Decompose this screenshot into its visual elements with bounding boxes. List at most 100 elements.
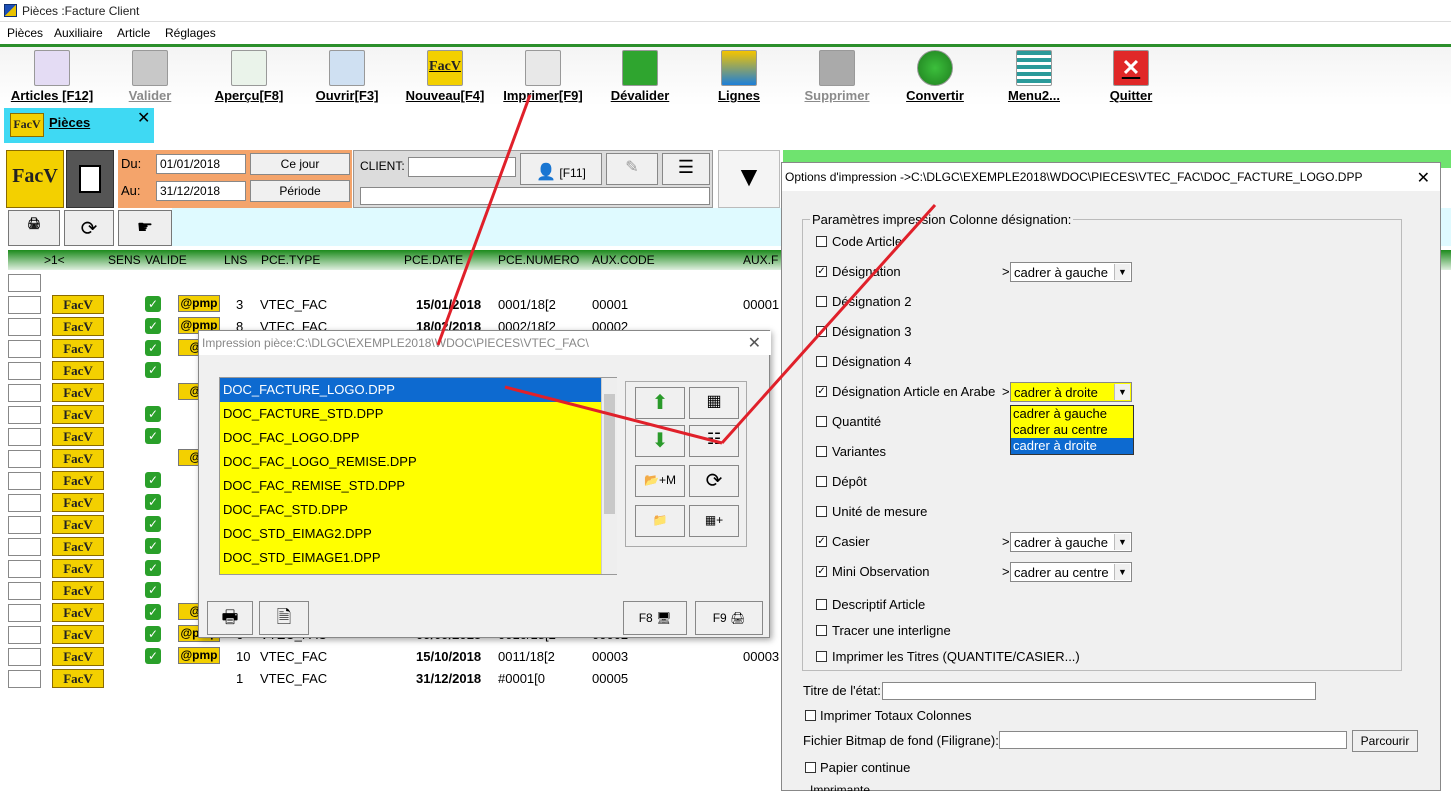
col-aux-code[interactable]: AUX.CODE bbox=[592, 253, 655, 267]
supprimer-button[interactable]: Supprimer bbox=[800, 50, 874, 103]
row-select-checkbox[interactable] bbox=[8, 648, 41, 666]
col-aux-f[interactable]: AUX.F bbox=[743, 253, 778, 267]
menu-article[interactable]: Article bbox=[117, 26, 150, 40]
documents-icon[interactable] bbox=[66, 150, 114, 208]
apercu-button[interactable]: Aperçu[F8] bbox=[212, 50, 286, 103]
file-list-item[interactable]: DOC_FACTURE_LOGO.DPP bbox=[220, 378, 616, 402]
client-name-field[interactable] bbox=[360, 187, 710, 205]
file-list-item[interactable]: DOC_FAC_STD.DPP bbox=[220, 498, 616, 522]
row-select-checkbox[interactable] bbox=[8, 604, 41, 622]
option-checkbox[interactable]: ✓ bbox=[816, 566, 827, 577]
option-checkbox[interactable] bbox=[816, 625, 827, 636]
lignes-button[interactable]: Lignes bbox=[712, 50, 766, 103]
col-pce-type[interactable]: PCE.TYPE bbox=[261, 253, 320, 267]
file-list-item[interactable]: DOC_STD_EIMAG2.DPP bbox=[220, 522, 616, 546]
option-checkbox[interactable]: ✓ bbox=[816, 266, 827, 277]
col-pce-date[interactable]: PCE.DATE bbox=[404, 253, 463, 267]
f9-print-button[interactable]: F9 🖨 bbox=[695, 601, 763, 635]
quitter-button[interactable]: ✕ Quitter bbox=[1104, 50, 1158, 103]
edit-template-button[interactable]: ▦ bbox=[689, 387, 739, 419]
col-sens[interactable]: SENS bbox=[108, 253, 141, 267]
dropdown-option[interactable]: cadrer à gauche bbox=[1011, 406, 1133, 422]
option-checkbox[interactable] bbox=[816, 476, 827, 487]
pmp-badge[interactable]: @pmp bbox=[178, 295, 220, 312]
date-from-input[interactable]: 01/01/2018 bbox=[156, 154, 246, 174]
option-checkbox[interactable] bbox=[816, 326, 827, 337]
bitmap-input[interactable] bbox=[999, 731, 1347, 749]
refresh-button[interactable]: ⟳ bbox=[64, 210, 114, 246]
export-xls-button[interactable]: 🖨 bbox=[8, 210, 60, 246]
menu-pieces[interactable]: Pièces bbox=[7, 26, 43, 40]
convertir-button[interactable]: Convertir bbox=[902, 50, 968, 103]
move-up-button[interactable]: ⬆ bbox=[635, 387, 685, 419]
reload-button[interactable]: ⟳ bbox=[689, 465, 739, 497]
row-select-checkbox[interactable] bbox=[8, 670, 41, 688]
col-valide[interactable]: VALIDE bbox=[145, 253, 187, 267]
client-search-button[interactable]: 👤 [F11] bbox=[520, 153, 602, 185]
option-checkbox[interactable] bbox=[816, 651, 827, 662]
option-checkbox[interactable] bbox=[816, 416, 827, 427]
option-checkbox[interactable] bbox=[816, 506, 827, 517]
tab-pieces[interactable]: FacV Pièces ✕ bbox=[4, 108, 154, 143]
file-list-item[interactable]: DOC_FAC_LOGO.DPP bbox=[220, 426, 616, 450]
align-dropdown-list[interactable]: cadrer à gauche cadrer au centre cadrer à … bbox=[1010, 405, 1134, 455]
table-row[interactable] bbox=[8, 272, 788, 294]
option-checkbox[interactable]: ✓ bbox=[816, 386, 827, 397]
file-list-item[interactable]: DOC_FAC_REMISE_STD.DPP bbox=[220, 474, 616, 498]
row-select-checkbox[interactable] bbox=[8, 384, 41, 402]
menu-reglages[interactable]: Réglages bbox=[165, 26, 216, 40]
row-select-checkbox[interactable] bbox=[8, 538, 41, 556]
row-select-checkbox[interactable] bbox=[8, 560, 41, 578]
add-m-button[interactable]: 📂+M bbox=[635, 465, 685, 497]
file-list-item[interactable]: DOC_STD_EIMAGE1.DPP bbox=[220, 546, 616, 570]
valider-button[interactable]: Valider bbox=[120, 50, 180, 103]
row-select-checkbox[interactable] bbox=[8, 516, 41, 534]
table-row[interactable]: FacV 1 VTEC_FAC 31/12/2018 #0001[0 00005 bbox=[8, 668, 788, 690]
option-checkbox[interactable] bbox=[816, 236, 827, 247]
f8-preview-button[interactable]: F8 🖥 bbox=[623, 601, 687, 635]
row-select-checkbox[interactable] bbox=[8, 296, 41, 314]
align-select[interactable]: cadrer à droite ▼ bbox=[1010, 382, 1132, 402]
move-down-button[interactable]: ⬇ bbox=[635, 425, 685, 457]
dropdown-option[interactable]: cadrer au centre bbox=[1011, 422, 1133, 438]
template-file-list[interactable]: DOC_FACTURE_LOGO.DPP DOC_FACTURE_STD.DPP D… bbox=[219, 377, 617, 575]
parcourir-button[interactable]: Parcourir bbox=[1352, 730, 1418, 752]
option-checkbox[interactable]: ✓ bbox=[816, 536, 827, 547]
options-dialog-close-icon[interactable]: ✕ bbox=[1417, 168, 1430, 188]
row-select-checkbox[interactable] bbox=[8, 494, 41, 512]
imprimer-button[interactable]: Imprimer[F9] bbox=[500, 50, 586, 103]
align-select[interactable]: cadrer à gauche ▼ bbox=[1010, 532, 1132, 552]
menu-auxiliaire[interactable]: Auxiliaire bbox=[54, 26, 103, 40]
row-select-checkbox[interactable] bbox=[8, 582, 41, 600]
dropdown-option[interactable]: cadrer à droite bbox=[1011, 438, 1133, 454]
option-checkbox[interactable] bbox=[816, 599, 827, 610]
row-select-checkbox[interactable] bbox=[8, 340, 41, 358]
document-button[interactable]: 🗎 bbox=[259, 601, 309, 635]
row-select-checkbox[interactable] bbox=[8, 406, 41, 424]
option-checkbox[interactable] bbox=[816, 296, 827, 307]
table-row[interactable]: FacV ✓ @pmp 10 VTEC_FAC 15/10/2018 0011/18[2 00… bbox=[8, 646, 788, 668]
ce-jour-button[interactable]: Ce jour bbox=[250, 153, 350, 175]
pointer-button[interactable]: ☛ bbox=[118, 210, 172, 246]
col-select[interactable]: >1< bbox=[44, 253, 65, 267]
row-select-checkbox[interactable] bbox=[8, 626, 41, 644]
articles-button[interactable]: Articles [F12] bbox=[10, 50, 94, 103]
options-button[interactable]: ☷ bbox=[689, 425, 739, 457]
align-select[interactable]: cadrer à gauche ▼ bbox=[1010, 262, 1132, 282]
file-list-item[interactable]: DOC_FAC_LOGO_REMISE.DPP bbox=[220, 450, 616, 474]
edit-client-button[interactable]: ✎ bbox=[606, 153, 658, 185]
row-select-checkbox[interactable] bbox=[8, 362, 41, 380]
client-input[interactable] bbox=[408, 157, 516, 177]
row-select-checkbox[interactable] bbox=[8, 450, 41, 468]
devalider-button[interactable]: Dévalider bbox=[606, 50, 674, 103]
row-select-checkbox[interactable] bbox=[8, 274, 41, 292]
totaux-checkbox[interactable] bbox=[805, 710, 816, 721]
periode-button[interactable]: Période bbox=[250, 180, 350, 202]
col-lns[interactable]: LNS bbox=[224, 253, 247, 267]
row-select-checkbox[interactable] bbox=[8, 318, 41, 336]
new-template-button[interactable]: ▦+ bbox=[689, 505, 739, 537]
pmp-badge[interactable]: @pmp bbox=[178, 647, 220, 664]
col-pce-numero[interactable]: PCE.NUMERO bbox=[498, 253, 579, 267]
tab-close-icon[interactable]: ✕ bbox=[137, 108, 150, 128]
filter-button[interactable]: ▼ bbox=[718, 150, 780, 208]
